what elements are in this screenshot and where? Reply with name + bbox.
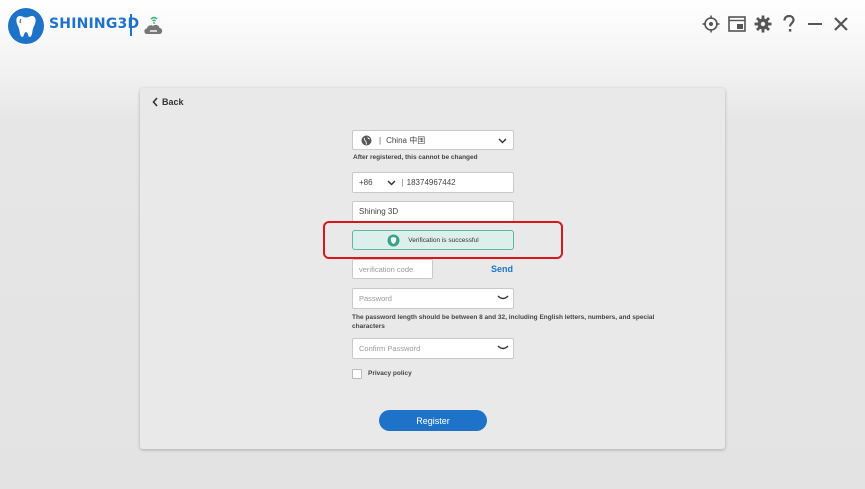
help-icon[interactable] (779, 14, 799, 34)
privacy-policy-label[interactable]: Privacy policy (368, 370, 412, 377)
name-value: Shining 3D (359, 207, 399, 216)
phone-field[interactable]: +86 | 18374967442 (352, 172, 514, 193)
chevron-left-icon (152, 97, 158, 107)
brand-name: SHINING3D (49, 16, 140, 32)
minimize-icon[interactable] (805, 14, 825, 34)
send-code-button[interactable]: Send (491, 264, 513, 274)
eye-closed-icon[interactable] (497, 294, 509, 302)
verification-code-input[interactable]: verification code (352, 259, 433, 279)
eye-closed-icon[interactable] (497, 344, 509, 352)
password-placeholder: Password (359, 294, 392, 303)
name-field[interactable]: Shining 3D (352, 201, 514, 222)
privacy-checkbox[interactable] (352, 369, 362, 379)
country-select[interactable]: | China 中国 (352, 130, 514, 150)
screenshot-icon[interactable] (727, 14, 747, 34)
close-icon[interactable] (831, 14, 851, 34)
brand-divider (130, 14, 132, 36)
phone-code[interactable]: +86 (359, 178, 373, 187)
chevron-down-icon (498, 138, 507, 144)
tooth-logo-icon (8, 8, 44, 44)
password-field[interactable]: Password (352, 288, 514, 309)
back-label: Back (162, 97, 184, 107)
phone-number[interactable]: 18374967442 (407, 178, 456, 187)
verification-code-placeholder: verification code (359, 264, 414, 274)
separator: | (401, 178, 404, 187)
register-button[interactable]: Register (379, 410, 487, 431)
separator: | (379, 135, 382, 145)
confirm-password-placeholder: Confirm Password (359, 344, 421, 353)
confirm-password-field[interactable]: Confirm Password (352, 338, 514, 359)
target-icon[interactable] (701, 14, 721, 34)
globe-icon (361, 135, 372, 145)
password-hint: The password length should be between 8 … (352, 314, 655, 330)
country-value: China 中国 (386, 135, 426, 145)
cloud-wifi-icon[interactable] (142, 14, 166, 36)
gear-icon[interactable] (753, 14, 773, 34)
highlight-box (323, 221, 563, 259)
title-bar: SHINING3D (0, 0, 865, 52)
chevron-down-icon[interactable] (387, 180, 396, 186)
back-button[interactable]: Back (152, 97, 184, 107)
country-hint: After registered, this cannot be changed (353, 154, 478, 161)
